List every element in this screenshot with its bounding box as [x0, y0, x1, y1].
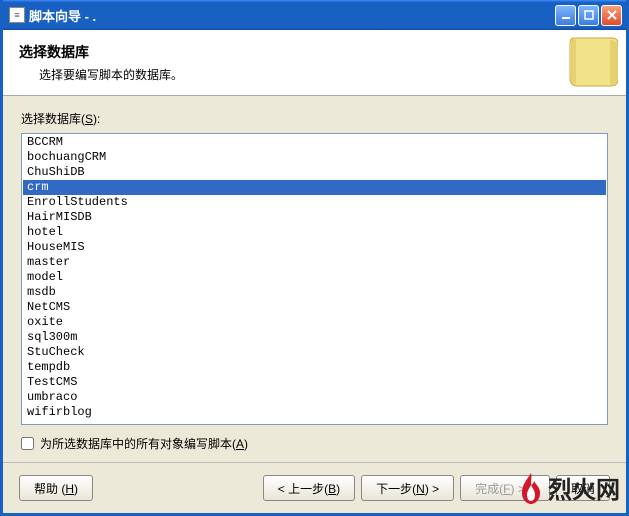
window-title: 脚本向导 - .: [29, 6, 555, 25]
list-item[interactable]: tempdb: [23, 360, 606, 375]
page-title: 选择数据库: [19, 42, 610, 62]
wizard-footer: 帮助 (H) < 上一步(B) 下一步(N) > 完成(F) >>| 取消 烈火…: [3, 462, 626, 513]
next-button[interactable]: 下一步(N) >: [361, 475, 454, 501]
help-button[interactable]: 帮助 (H): [19, 475, 93, 501]
list-item[interactable]: crm: [23, 180, 606, 195]
list-label: 选择数据库(S):: [21, 110, 608, 127]
list-item[interactable]: ChuShiDB: [23, 165, 606, 180]
script-all-label[interactable]: 为所选数据库中的所有对象编写脚本(A): [40, 435, 248, 452]
list-item[interactable]: bochuangCRM: [23, 150, 606, 165]
list-item[interactable]: msdb: [23, 285, 606, 300]
list-item[interactable]: sql300m: [23, 330, 606, 345]
cancel-button[interactable]: 取消: [556, 475, 610, 501]
list-item[interactable]: StuCheck: [23, 345, 606, 360]
maximize-icon: [583, 9, 595, 21]
script-all-row: 为所选数据库中的所有对象编写脚本(A): [21, 435, 608, 452]
list-item[interactable]: wifirblog: [23, 405, 606, 420]
list-item[interactable]: NetCMS: [23, 300, 606, 315]
window-controls: [555, 5, 622, 26]
header-graphic: [562, 34, 618, 90]
minimize-icon: [560, 9, 572, 21]
list-item[interactable]: BCCRM: [23, 135, 606, 150]
titlebar[interactable]: ≡ 脚本向导 - .: [3, 0, 626, 30]
minimize-button[interactable]: [555, 5, 576, 26]
database-listbox[interactable]: BCCRMbochuangCRMChuShiDBcrmEnrollStudent…: [21, 133, 608, 425]
list-item[interactable]: TestCMS: [23, 375, 606, 390]
wizard-window: ≡ 脚本向导 - . 选择数据库 选择要编写脚本的数据库。: [0, 0, 629, 516]
list-item[interactable]: EnrollStudents: [23, 195, 606, 210]
back-button[interactable]: < 上一步(B): [263, 475, 355, 501]
app-icon: ≡: [9, 7, 25, 23]
list-item[interactable]: HouseMIS: [23, 240, 606, 255]
list-item[interactable]: hotel: [23, 225, 606, 240]
wizard-header: 选择数据库 选择要编写脚本的数据库。: [3, 30, 626, 96]
list-item[interactable]: master: [23, 255, 606, 270]
list-item[interactable]: oxite: [23, 315, 606, 330]
maximize-button[interactable]: [578, 5, 599, 26]
script-all-checkbox[interactable]: [21, 437, 34, 450]
list-item[interactable]: HairMISDB: [23, 210, 606, 225]
close-button[interactable]: [601, 5, 622, 26]
list-item[interactable]: umbraco: [23, 390, 606, 405]
finish-button: 完成(F) >>|: [460, 475, 550, 501]
scroll-icon: [562, 34, 618, 90]
close-icon: [606, 9, 618, 21]
wizard-body: 选择数据库(S): BCCRMbochuangCRMChuShiDBcrmEnr…: [3, 96, 626, 462]
page-subtitle: 选择要编写脚本的数据库。: [39, 66, 610, 83]
list-item[interactable]: model: [23, 270, 606, 285]
